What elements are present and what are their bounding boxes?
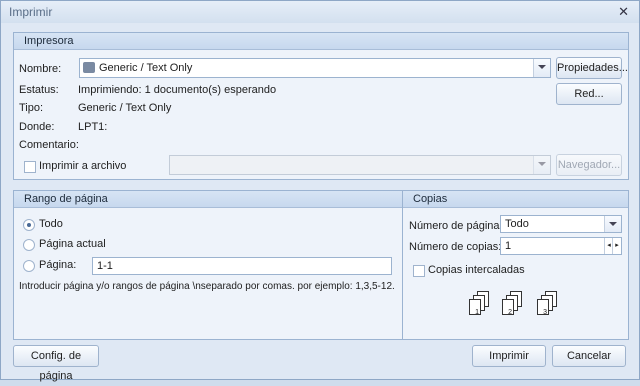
collate-copy-icon-3: 3: [537, 291, 565, 317]
printer-name-value: Generic / Text Only: [99, 62, 193, 74]
title-bar: Imprimir ✕: [1, 1, 639, 23]
where-label: Donde:: [19, 121, 55, 133]
type-label: Tipo:: [19, 102, 44, 114]
printer-group-title: Impresora: [24, 35, 74, 47]
printer-group-header: Impresora: [14, 33, 628, 50]
collate-label: Copias intercaladas: [428, 264, 525, 276]
chevron-down-icon: [533, 156, 550, 174]
printer-icon: [83, 62, 95, 73]
range-pages-radio[interactable]: [23, 260, 35, 272]
properties-button[interactable]: Propiedades...: [556, 57, 628, 79]
window-title: Imprimir: [9, 5, 53, 19]
range-all-radio[interactable]: [23, 219, 35, 231]
page-range-header: Rango de página: [14, 191, 402, 208]
range-current-label: Página actual: [39, 238, 106, 250]
page-range-title: Rango de página: [24, 193, 108, 205]
chevron-down-icon[interactable]: [604, 216, 621, 232]
network-button[interactable]: Red...: [556, 83, 622, 105]
collate-page-label: 1: [469, 299, 481, 316]
range-current-radio[interactable]: [23, 239, 35, 251]
collate-page-label: 2: [502, 299, 514, 316]
print-to-file-checkbox[interactable]: [24, 161, 36, 173]
increment-icon[interactable]: ▸: [612, 238, 621, 254]
file-path-input[interactable]: [169, 155, 551, 175]
print-to-file-label: Imprimir a archivo: [39, 160, 127, 172]
range-all-label: Todo: [39, 218, 63, 230]
collate-copy-icon-2: 2: [502, 291, 530, 317]
printer-name-label: Nombre:: [19, 63, 62, 75]
range-hint: Introducir página y/o rangos de página \…: [19, 281, 395, 292]
pages-input-value: 1-1: [97, 260, 113, 272]
copies-group: Copias Número de páginas: Todo Número de…: [402, 190, 629, 340]
num-pages-label: Número de páginas:: [409, 220, 509, 232]
num-pages-value: Todo: [505, 218, 529, 230]
num-pages-select[interactable]: Todo: [500, 215, 622, 233]
comment-label: Comentario:: [19, 139, 79, 151]
num-copies-value: 1: [505, 240, 512, 252]
print-button[interactable]: Imprimir: [472, 345, 546, 367]
copies-title: Copias: [413, 193, 448, 205]
collate-page-label: 3: [537, 299, 549, 316]
num-copies-label: Número de copias:: [409, 241, 502, 253]
status-value: Imprimiendo: 1 documento(s) esperando: [78, 84, 277, 96]
num-copies-stepper[interactable]: 1 ◂ ▸: [500, 237, 622, 255]
collate-checkbox[interactable]: [413, 265, 425, 277]
pages-input[interactable]: 1-1: [92, 257, 392, 275]
page-setup-button[interactable]: Config. de página: [13, 345, 99, 382]
range-pages-label: Página:: [39, 259, 77, 271]
close-icon[interactable]: ✕: [618, 4, 629, 20]
cancel-button[interactable]: Cancelar: [552, 345, 626, 367]
type-value: Generic / Text Only: [78, 102, 172, 114]
collate-copy-icon-1: 1: [469, 291, 497, 317]
print-dialog: Imprimir ✕ Impresora Nombre: Generic / T…: [0, 0, 640, 382]
where-value: LPT1:: [78, 121, 108, 133]
chevron-down-icon[interactable]: [533, 59, 550, 77]
copies-header: Copias: [403, 191, 628, 208]
status-label: Estatus:: [19, 84, 59, 96]
printer-group: Impresora Nombre: Generic / Text Only Pr…: [13, 32, 629, 180]
page-range-group: Rango de página Todo Página actual Págin…: [13, 190, 403, 340]
browse-button[interactable]: Navegador...: [556, 154, 622, 176]
printer-name-select[interactable]: Generic / Text Only: [79, 58, 551, 78]
